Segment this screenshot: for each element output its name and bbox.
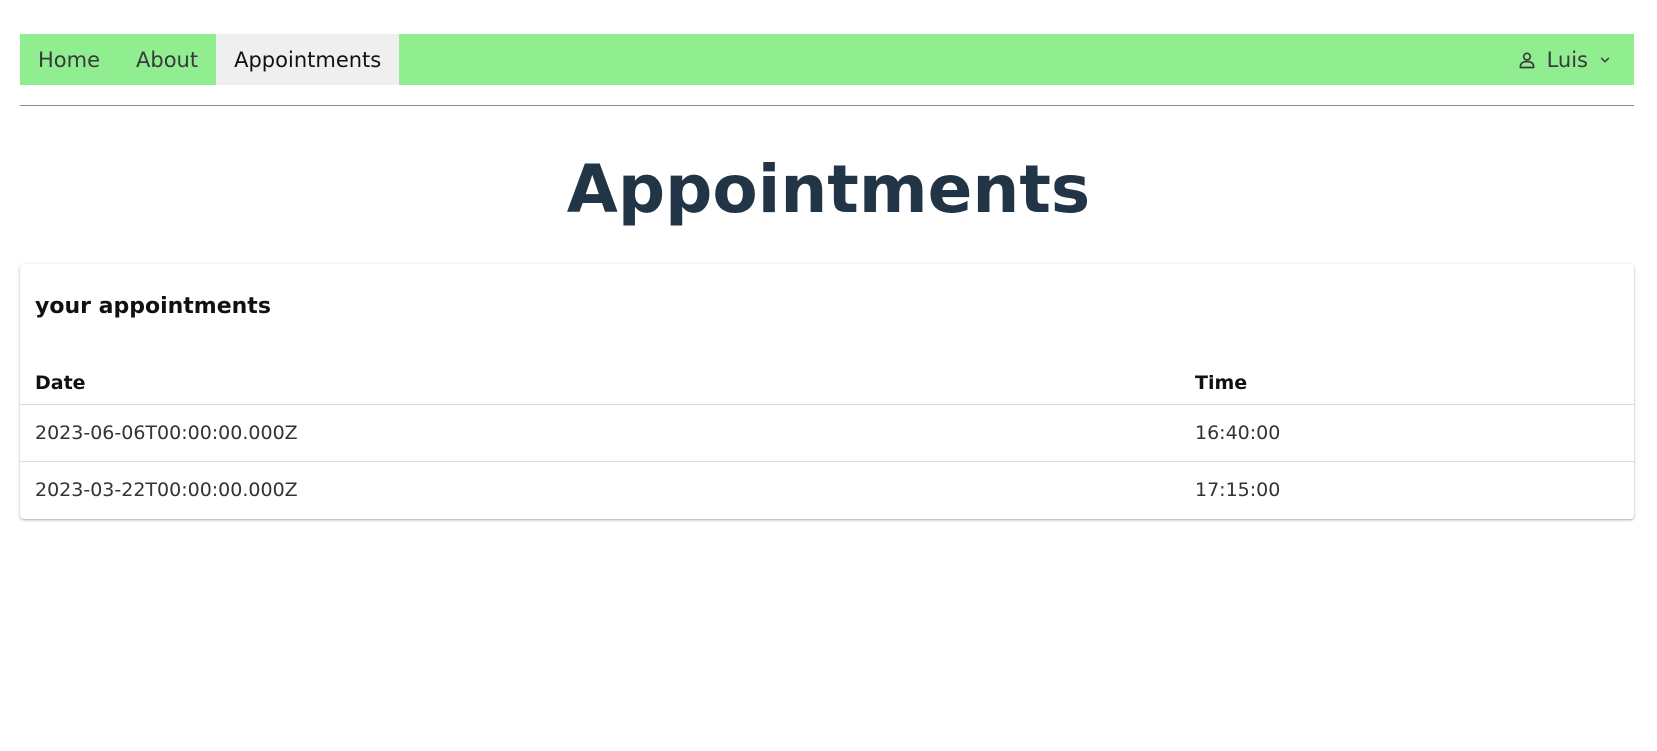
cell-date: 2023-03-22T00:00:00.000Z	[35, 479, 298, 501]
cell-time: 16:40:00	[1180, 404, 1634, 462]
user-icon	[1517, 50, 1537, 70]
card-title: your appointments	[35, 294, 271, 319]
cell-time: 17:15:00	[1195, 479, 1281, 501]
nav-links: Home About Appointments	[20, 34, 400, 85]
user-menu[interactable]: Luis	[1517, 34, 1634, 85]
appointments-card: your appointments Date Time 2023-06-06T0…	[20, 264, 1634, 519]
column-header-time: Time	[1180, 362, 1634, 405]
table-header-row: Date Time	[20, 362, 1634, 405]
chevron-down-icon	[1598, 53, 1612, 67]
header-divider	[20, 105, 1634, 106]
page-title: Appointments	[566, 151, 1091, 228]
user-name: Luis	[1546, 47, 1588, 72]
table-row: 2023-06-06T00:00:00.000Z 16:40:00	[20, 404, 1634, 462]
nav-link-appointments[interactable]: Appointments	[216, 34, 400, 85]
cell-date: 2023-06-06T00:00:00.000Z	[20, 404, 1180, 462]
appointments-table: Date Time 2023-06-06T00:00:00.000Z 16:40…	[20, 362, 1634, 518]
column-header-date: Date	[20, 362, 1180, 405]
navbar: Home About Appointments Luis	[20, 34, 1634, 85]
table-row: 2023-03-22T00:00:00.000Z 17:15:00	[20, 462, 1634, 519]
nav-link-home[interactable]: Home	[20, 34, 118, 85]
nav-link-about[interactable]: About	[118, 34, 216, 85]
